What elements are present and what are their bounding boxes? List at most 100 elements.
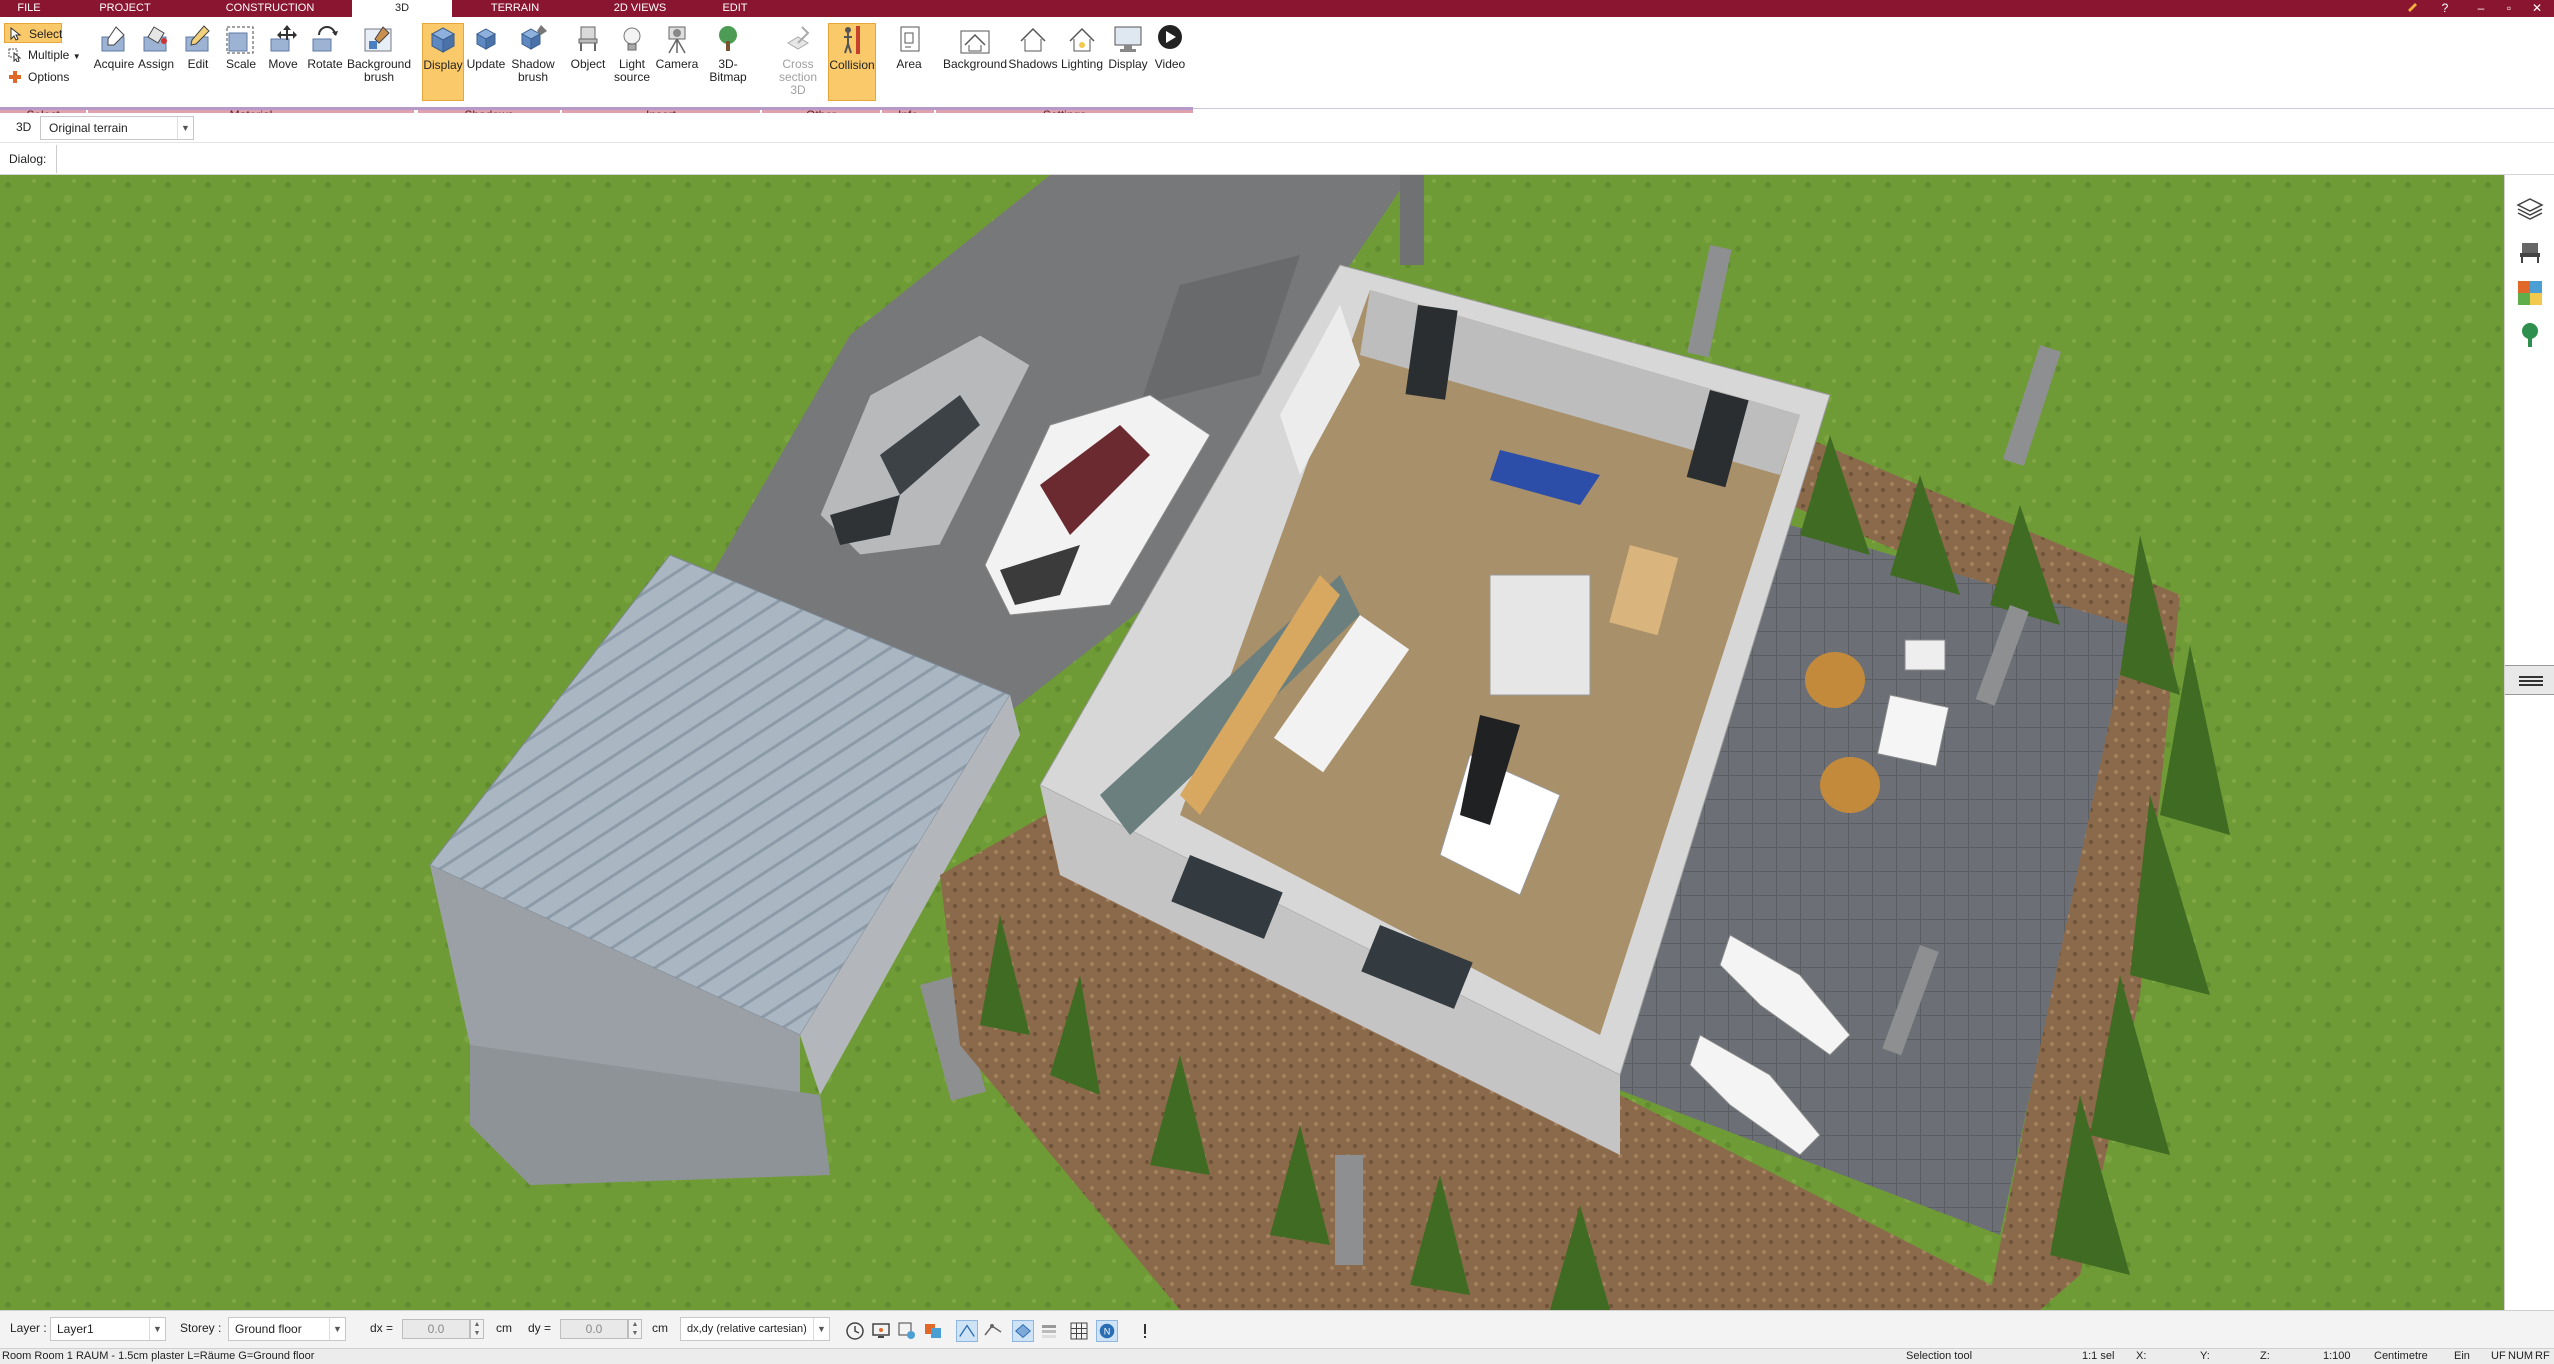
move-button[interactable]: Move — [262, 23, 304, 101]
layer-select[interactable]: Layer1 ▼ — [50, 1317, 166, 1341]
minimize-button[interactable]: – — [2468, 0, 2494, 17]
cross-section-3d-button[interactable]: Cross section 3D — [770, 23, 826, 101]
dy-spinner[interactable]: ▲ ▼ — [628, 1319, 642, 1339]
help-button[interactable]: ? — [2432, 0, 2458, 17]
palette-icon[interactable] — [922, 1320, 944, 1342]
clock-icon[interactable] — [844, 1320, 866, 1342]
dx-spinner[interactable]: ▲ ▼ — [470, 1319, 484, 1339]
shadows-settings-button[interactable]: Shadows — [1008, 23, 1058, 101]
chevron-down-icon: ▼ — [149, 1318, 165, 1340]
scale-button[interactable]: Scale — [220, 23, 262, 101]
status-bar: Room Room 1 RAUM - 1.5cm plaster L=Räume… — [0, 1348, 2554, 1364]
cross-section-icon — [787, 26, 810, 50]
edit-label: Edit — [187, 57, 209, 71]
layers-stack-icon[interactable] — [1038, 1320, 1060, 1342]
storey-select[interactable]: Ground floor ▼ — [228, 1317, 346, 1341]
acquire-button[interactable]: Acquire — [92, 23, 136, 101]
north-icon[interactable]: N — [1096, 1320, 1118, 1342]
display-shadows-label: Display — [423, 58, 463, 72]
dx-input[interactable]: 0.0 — [402, 1319, 470, 1339]
background-brush-button[interactable]: Background brush — [346, 23, 412, 101]
chair-icon — [578, 26, 598, 51]
close-button[interactable]: ✕ — [2524, 0, 2550, 17]
view-mode-label: 3D — [16, 120, 32, 134]
display-settings-button[interactable]: Display — [1106, 23, 1150, 101]
shadow-brush-button[interactable]: Shadow brush — [508, 23, 558, 101]
house-shadow-icon — [1020, 27, 1046, 52]
light-source-button[interactable]: Light source — [610, 23, 654, 101]
bottom-toolbar: Layer : Layer1 ▼ Storey : Ground floor ▼… — [0, 1310, 2554, 1348]
more-options-icon[interactable] — [1134, 1320, 1156, 1342]
camera-label: Camera — [655, 57, 699, 71]
area-button[interactable]: Area — [886, 23, 932, 101]
camera-button[interactable]: Camera — [654, 23, 700, 101]
terrain-select[interactable]: Original terrain ▼ — [40, 116, 194, 140]
layers-icon[interactable] — [2516, 195, 2544, 223]
shadow-brush-icon — [520, 25, 547, 50]
tab-file[interactable]: FILE — [0, 0, 58, 17]
lightbulb-icon — [623, 27, 641, 51]
tab-2d-views[interactable]: 2D VIEWS — [590, 0, 690, 17]
background-button[interactable]: Background — [940, 23, 1010, 101]
tab-3d[interactable]: 3D — [352, 0, 452, 17]
status-tool: Selection tool — [1906, 1350, 1973, 1362]
area-label: Area — [896, 57, 922, 71]
3d-bitmap-button[interactable]: 3D-Bitmap — [700, 23, 756, 101]
multiple-button[interactable]: Multiple ▼ — [4, 45, 81, 65]
edit-button[interactable]: Edit — [180, 23, 216, 101]
rotate-button[interactable]: Rotate — [304, 23, 346, 101]
materials-icon[interactable] — [2516, 279, 2544, 307]
chevron-down-icon: ▼ — [177, 117, 193, 139]
house-landscape-icon — [960, 30, 990, 54]
terrain-select-value: Original terrain — [49, 121, 128, 135]
coordinate-mode-select[interactable]: dx,dy (relative cartesian) ▼ — [680, 1317, 830, 1341]
ortho-icon[interactable] — [1012, 1320, 1034, 1342]
object-button[interactable]: Object — [566, 23, 610, 101]
display-shadows-button[interactable]: Display — [422, 23, 464, 101]
move-label: Move — [268, 57, 298, 71]
shadow-brush-label: Shadow brush — [511, 57, 555, 84]
furniture-catalog-icon[interactable] — [2516, 237, 2544, 265]
status-uf: UF — [2491, 1350, 2506, 1362]
assign-button[interactable]: Assign — [136, 23, 176, 101]
video-button[interactable]: Video — [1150, 23, 1190, 101]
monitor-icon — [1114, 26, 1142, 52]
tab-construction[interactable]: CONSTRUCTION — [200, 0, 340, 17]
options-button[interactable]: Options — [4, 67, 69, 87]
status-info: Room Room 1 RAUM - 1.5cm plaster L=Räume… — [2, 1350, 315, 1362]
select-label: Select — [29, 27, 63, 41]
maximize-button[interactable]: ▫ — [2496, 0, 2522, 17]
tab-edit[interactable]: EDIT — [705, 0, 765, 17]
lighting-button[interactable]: Lighting — [1058, 23, 1106, 101]
tab-project[interactable]: PROJECT — [80, 0, 170, 17]
snap-settings-icon[interactable] — [896, 1320, 918, 1342]
right-sidebar — [2504, 175, 2554, 1310]
acquire-label: Acquire — [93, 57, 135, 71]
screen-capture-icon[interactable] — [870, 1320, 892, 1342]
dialog-bar: Dialog: — [0, 143, 2554, 175]
3d-viewport[interactable] — [0, 175, 2504, 1310]
3d-bitmap-label: 3D-Bitmap — [709, 57, 747, 84]
background-label: Background — [942, 57, 1008, 71]
area-icon — [900, 26, 920, 52]
status-rf: RF — [2535, 1350, 2550, 1362]
grid-snap-icon[interactable] — [982, 1320, 1004, 1342]
cross-section-3d-label: Cross section 3D — [778, 57, 818, 97]
status-z: Z: — [2260, 1350, 2270, 1362]
status-y: Y: — [2200, 1350, 2210, 1362]
update-button[interactable]: Update — [464, 23, 508, 101]
lighting-label: Lighting — [1060, 57, 1104, 71]
display-settings-label: Display — [1108, 57, 1148, 71]
dy-input[interactable]: 0.0 — [560, 1319, 628, 1339]
snap-lines-icon[interactable] — [956, 1320, 978, 1342]
collision-button[interactable]: Collision — [828, 23, 876, 101]
paint-bucket-icon — [143, 26, 167, 52]
plants-icon[interactable] — [2516, 321, 2544, 349]
select-button[interactable]: Select — [4, 23, 62, 43]
grid-icon[interactable] — [1068, 1320, 1090, 1342]
video-label: Video — [1154, 57, 1186, 71]
play-icon — [1158, 25, 1182, 49]
tab-terrain[interactable]: TERRAIN — [470, 0, 560, 17]
tools-icon[interactable] — [2400, 0, 2426, 17]
panel-toggle[interactable] — [2505, 665, 2554, 695]
